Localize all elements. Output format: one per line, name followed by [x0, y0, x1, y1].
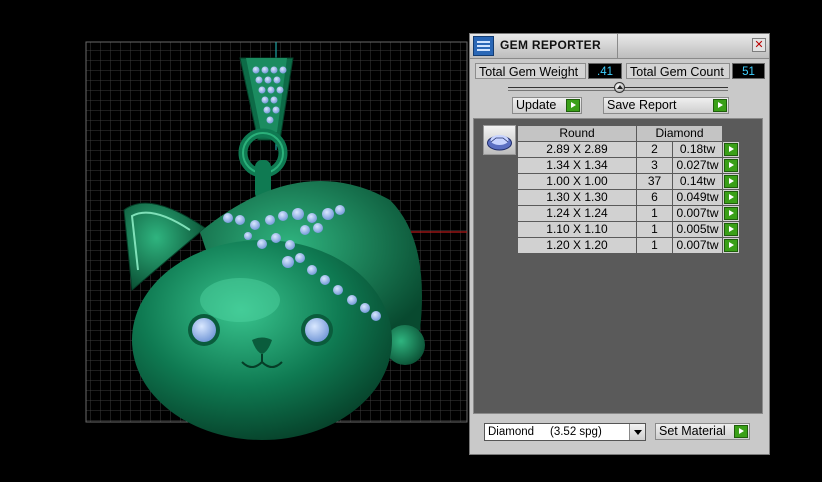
titlebar-divider — [617, 34, 618, 58]
play-arrow-icon[interactable] — [724, 175, 738, 188]
3d-viewport[interactable] — [0, 0, 468, 482]
gem-reporter-panel: GEM REPORTER ✕ Total Gem Weight .41 Tota… — [469, 33, 770, 455]
gem-count: 37 — [636, 173, 673, 190]
gem-count: 1 — [636, 205, 673, 222]
gem-thumbnail[interactable] — [483, 125, 516, 155]
save-report-button[interactable]: Save Report — [603, 97, 729, 114]
total-gem-count-value: 51 — [732, 63, 765, 79]
panel-titlebar[interactable]: GEM REPORTER ✕ — [470, 34, 769, 59]
play-arrow-icon — [566, 99, 580, 112]
gem-size: 1.34 X 1.34 — [517, 157, 637, 174]
set-material-button[interactable]: Set Material — [655, 423, 750, 440]
table-row[interactable]: 1.20 X 1.20 1 0.007tw — [517, 237, 740, 254]
gem-weight: 0.007tw — [672, 205, 723, 222]
table-row[interactable]: 2.89 X 2.89 2 0.18tw — [517, 141, 740, 158]
gem-size: 1.24 X 1.24 — [517, 205, 637, 222]
material-select[interactable]: Diamond (3.52 spg) — [484, 423, 646, 441]
round-gem-icon — [487, 135, 512, 151]
gem-size: 1.10 X 1.10 — [517, 221, 637, 238]
gem-count: 3 — [636, 157, 673, 174]
gem-weight: 0.005tw — [672, 221, 723, 238]
close-icon[interactable]: ✕ — [752, 38, 766, 52]
gem-table: Round Diamond 2.89 X 2.89 2 0.18tw 1.34 … — [517, 125, 740, 254]
table-row[interactable]: 1.24 X 1.24 1 0.007tw — [517, 205, 740, 222]
gem-weight: 0.18tw — [672, 141, 723, 158]
play-arrow-icon[interactable] — [724, 207, 738, 220]
gem-reporter-icon — [473, 36, 494, 56]
update-button-label: Update — [516, 98, 557, 112]
play-arrow-icon[interactable] — [724, 191, 738, 204]
gem-weight: 0.027tw — [672, 157, 723, 174]
gem-count: 2 — [636, 141, 673, 158]
material-select-value: Diamond (3.52 spg) — [488, 426, 602, 438]
panel-title: GEM REPORTER — [500, 38, 601, 52]
gem-weight: 0.007tw — [672, 237, 723, 254]
table-row[interactable]: 1.10 X 1.10 1 0.005tw — [517, 221, 740, 238]
play-arrow-icon — [734, 425, 748, 438]
save-report-button-label: Save Report — [607, 98, 677, 112]
column-header-shape: Round — [517, 125, 637, 142]
gem-size: 1.00 X 1.00 — [517, 173, 637, 190]
gem-list-area[interactable]: Round Diamond 2.89 X 2.89 2 0.18tw 1.34 … — [473, 118, 763, 414]
gem-size: 2.89 X 2.89 — [517, 141, 637, 158]
play-arrow-icon — [713, 99, 727, 112]
gem-count: 1 — [636, 221, 673, 238]
set-material-button-label: Set Material — [659, 424, 726, 438]
chevron-down-icon[interactable] — [629, 424, 645, 440]
column-header-material: Diamond — [636, 125, 723, 142]
gem-size: 1.20 X 1.20 — [517, 237, 637, 254]
gem-weight: 0.14tw — [672, 173, 723, 190]
gem-count: 1 — [636, 237, 673, 254]
gem-table-header: Round Diamond — [517, 125, 740, 142]
table-row[interactable]: 1.34 X 1.34 3 0.027tw — [517, 157, 740, 174]
play-arrow-icon[interactable] — [724, 159, 738, 172]
viewport-canvas — [85, 41, 468, 440]
update-button[interactable]: Update — [512, 97, 582, 114]
total-gem-weight-value: .41 — [588, 63, 622, 79]
slider-handle[interactable] — [614, 82, 625, 93]
total-gem-count-label: Total Gem Count — [626, 63, 730, 79]
play-arrow-icon[interactable] — [724, 223, 738, 236]
gem-count: 6 — [636, 189, 673, 206]
gem-size: 1.30 X 1.30 — [517, 189, 637, 206]
table-row[interactable]: 1.30 X 1.30 6 0.049tw — [517, 189, 740, 206]
play-arrow-icon[interactable] — [724, 143, 738, 156]
table-row[interactable]: 1.00 X 1.00 37 0.14tw — [517, 173, 740, 190]
play-arrow-icon[interactable] — [724, 239, 738, 252]
gem-weight: 0.049tw — [672, 189, 723, 206]
total-gem-weight-label: Total Gem Weight — [475, 63, 586, 79]
